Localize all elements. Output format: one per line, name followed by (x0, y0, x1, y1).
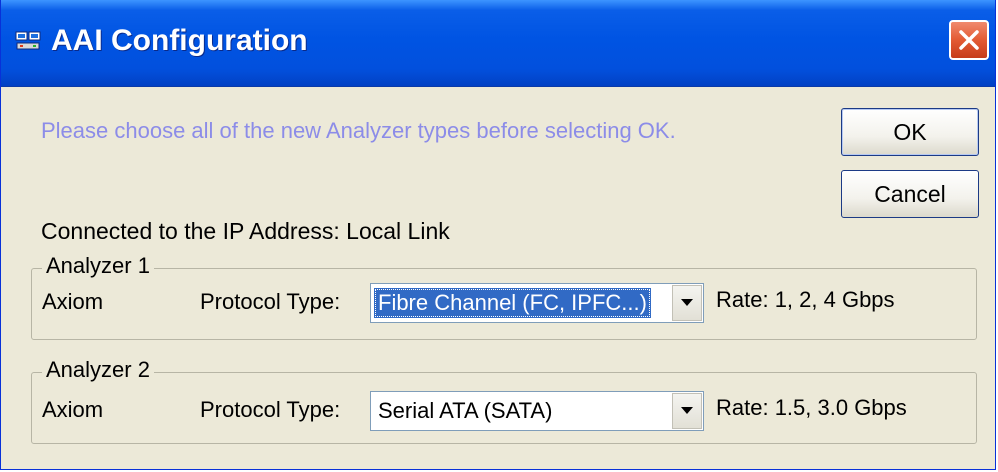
window-title: AAI Configuration (51, 24, 308, 57)
analyzer-1-protocol-select[interactable]: Fibre Channel (FC, IPFC...) (370, 283, 704, 323)
dropdown-arrow-icon (681, 407, 693, 414)
analyzer-2-legend: Analyzer 2 (42, 357, 154, 383)
analyzer-2-dropdown-button[interactable] (672, 393, 702, 429)
analyzer-2-rate: Rate: 1.5, 3.0 Gbps (716, 395, 907, 420)
close-button[interactable] (949, 20, 989, 60)
aai-configuration-dialog: AAI Configuration Please choose all of t… (0, 0, 996, 470)
dropdown-arrow-icon (681, 299, 693, 306)
title-bar[interactable]: AAI Configuration (1, 0, 995, 87)
analyzer-1-dropdown-button[interactable] (672, 285, 702, 321)
analyzer-2-protocol-label: Protocol Type: (200, 397, 341, 422)
analyzer-1-rate: Rate: 1, 2, 4 Gbps (716, 287, 895, 312)
analyzer-2-protocol-value: Serial ATA (SATA) (378, 398, 553, 423)
analyzer-1-legend: Analyzer 1 (42, 253, 154, 279)
analyzer-1-group: Analyzer 1 Axiom Protocol Type: Fibre Ch… (31, 253, 977, 340)
analyzer-1-protocol-label: Protocol Type: (200, 289, 341, 314)
analyzer-2-model: Axiom (42, 397, 104, 422)
cancel-button[interactable]: Cancel (841, 170, 979, 218)
ok-button[interactable]: OK (841, 108, 979, 156)
analyzer-1-model: Axiom (42, 289, 104, 314)
analyzer-2-protocol-select[interactable]: Serial ATA (SATA) (370, 391, 704, 431)
connection-status: Connected to the IP Address: Local Link (41, 218, 450, 244)
analyzer-app-icon (15, 30, 41, 52)
instruction-text: Please choose all of the new Analyzer ty… (41, 118, 676, 143)
close-icon (959, 30, 979, 50)
analyzer-2-group: Analyzer 2 Axiom Protocol Type: Serial A… (31, 357, 977, 444)
analyzer-1-protocol-value: Fibre Channel (FC, IPFC...) (374, 288, 651, 318)
